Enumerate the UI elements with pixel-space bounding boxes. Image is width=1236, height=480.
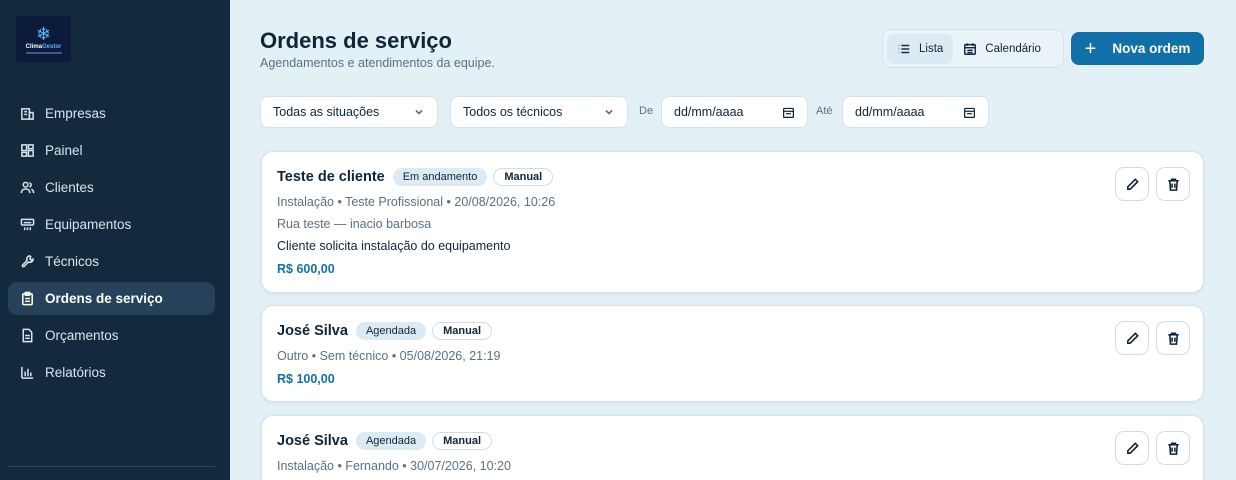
order-client-name: Teste de cliente bbox=[277, 169, 385, 185]
logo-text: ClimaGestor bbox=[25, 43, 62, 50]
order-meta: Instalação • Teste Profissional • 20/08/… bbox=[277, 195, 556, 209]
sidebar-divider bbox=[8, 466, 215, 467]
clipboard-icon bbox=[19, 291, 35, 307]
pencil-icon bbox=[1126, 177, 1139, 190]
grid-icon bbox=[19, 143, 35, 159]
sidebar-item-label: Equipamentos bbox=[45, 217, 132, 232]
order-price: R$ 100,00 bbox=[277, 372, 335, 386]
users-icon bbox=[19, 180, 35, 196]
view-calendar-label: Calendário bbox=[985, 42, 1041, 55]
sidebar: ❄ ClimaGestor Empresas Painel Clientes E… bbox=[0, 0, 230, 480]
technician-filter-select[interactable]: Todos os técnicos bbox=[450, 96, 628, 128]
edit-button[interactable] bbox=[1115, 321, 1149, 355]
chevron-down-icon bbox=[605, 109, 613, 115]
sidebar-item-label: Técnicos bbox=[45, 254, 100, 269]
order-meta: Outro • Sem técnico • 05/08/2026, 21:19 bbox=[277, 349, 501, 363]
pencil-icon bbox=[1126, 331, 1139, 344]
edit-button[interactable] bbox=[1115, 167, 1149, 201]
order-card-header: Teste de cliente Em andamento Manual bbox=[277, 168, 559, 186]
sidebar-item-label: Orçamentos bbox=[45, 328, 119, 343]
order-client-name: José Silva bbox=[277, 323, 348, 339]
sidebar-item-empresas[interactable]: Empresas bbox=[8, 97, 215, 130]
plus-icon: + bbox=[1084, 37, 1097, 60]
air-conditioner-icon bbox=[19, 217, 35, 233]
status-badge: Agendada bbox=[355, 432, 427, 450]
date-to-value: dd/mm/aaaa bbox=[855, 105, 925, 119]
view-list-label: Lista bbox=[919, 42, 944, 55]
source-badge: Manual bbox=[493, 168, 554, 186]
snowflake-icon: ❄ bbox=[35, 23, 52, 44]
edit-button[interactable] bbox=[1115, 431, 1149, 465]
sidebar-item-orcamentos[interactable]: Orçamentos bbox=[8, 319, 215, 352]
sidebar-item-label: Painel bbox=[45, 143, 83, 158]
order-address: Rua teste — inacio barbosa bbox=[277, 217, 432, 231]
trash-icon bbox=[1167, 332, 1179, 345]
pencil-icon bbox=[1126, 441, 1139, 454]
sidebar-item-label: Clientes bbox=[45, 180, 94, 195]
view-calendar-button[interactable]: Calendário bbox=[953, 34, 1051, 64]
delete-button[interactable] bbox=[1156, 431, 1190, 465]
view-list-button[interactable]: Lista bbox=[887, 33, 954, 64]
sidebar-item-label: Relatórios bbox=[45, 365, 106, 380]
calendar-icon[interactable] bbox=[963, 106, 976, 119]
calendar-icon bbox=[964, 42, 977, 55]
date-to-input[interactable]: dd/mm/aaaa bbox=[842, 96, 989, 128]
date-from-input[interactable]: dd/mm/aaaa bbox=[661, 96, 808, 128]
order-client-name: José Silva bbox=[277, 433, 348, 449]
page-subtitle: Agendamentos e atendimentos da equipe. bbox=[260, 56, 495, 70]
sidebar-item-clientes[interactable]: Clientes bbox=[8, 171, 215, 204]
order-card[interactable]: José Silva Agendada Manual Outro • Sem t… bbox=[261, 305, 1204, 402]
document-icon bbox=[19, 328, 35, 344]
bar-chart-icon bbox=[19, 365, 35, 381]
date-from-label: De bbox=[639, 105, 654, 117]
chevron-down-icon bbox=[415, 109, 423, 115]
sidebar-nav: Empresas Painel Clientes Equipamentos Té… bbox=[8, 97, 215, 393]
sidebar-item-painel[interactable]: Painel bbox=[8, 134, 215, 167]
view-toggle: Lista Calendário bbox=[882, 29, 1064, 68]
trash-icon bbox=[1167, 442, 1179, 455]
calendar-icon[interactable] bbox=[782, 106, 795, 119]
order-description: Cliente solicita instalação do equipamen… bbox=[277, 239, 511, 253]
app-logo[interactable]: ❄ ClimaGestor bbox=[16, 16, 71, 62]
order-card[interactable]: Teste de cliente Em andamento Manual Ins… bbox=[261, 151, 1204, 293]
source-badge: Manual bbox=[432, 432, 493, 450]
date-from-value: dd/mm/aaaa bbox=[674, 105, 744, 119]
sidebar-item-label: Ordens de serviço bbox=[45, 291, 163, 306]
building-icon bbox=[19, 106, 35, 122]
sidebar-item-relatorios[interactable]: Relatórios bbox=[8, 356, 215, 389]
trash-icon bbox=[1167, 178, 1179, 191]
technician-filter-value: Todos os técnicos bbox=[463, 105, 563, 119]
delete-button[interactable] bbox=[1156, 321, 1190, 355]
sidebar-item-label: Empresas bbox=[45, 106, 106, 121]
wrench-icon bbox=[19, 254, 35, 270]
order-price: R$ 600,00 bbox=[277, 262, 335, 276]
status-filter-value: Todas as situações bbox=[273, 105, 380, 119]
page-title: Ordens de serviço bbox=[260, 28, 452, 53]
order-card[interactable]: José Silva Agendada Manual Instalação • … bbox=[261, 415, 1204, 480]
order-meta: Instalação • Fernando • 30/07/2026, 10:2… bbox=[277, 459, 511, 473]
status-filter-select[interactable]: Todas as situações bbox=[260, 96, 438, 128]
sidebar-item-tecnicos[interactable]: Técnicos bbox=[8, 245, 215, 278]
new-order-button[interactable]: + Nova ordem bbox=[1071, 32, 1204, 65]
sidebar-item-equipamentos[interactable]: Equipamentos bbox=[8, 208, 215, 241]
status-badge: Em andamento bbox=[392, 168, 488, 186]
sidebar-item-ordens-de-servico[interactable]: Ordens de serviço bbox=[8, 282, 215, 315]
date-to-label: Até bbox=[816, 105, 833, 117]
order-card-header: José Silva Agendada Manual bbox=[277, 322, 498, 340]
order-card-header: José Silva Agendada Manual bbox=[277, 432, 498, 450]
list-icon bbox=[898, 44, 910, 53]
source-badge: Manual bbox=[432, 322, 493, 340]
delete-button[interactable] bbox=[1156, 167, 1190, 201]
new-order-label: Nova ordem bbox=[1112, 41, 1191, 56]
status-badge: Agendada bbox=[355, 322, 427, 340]
